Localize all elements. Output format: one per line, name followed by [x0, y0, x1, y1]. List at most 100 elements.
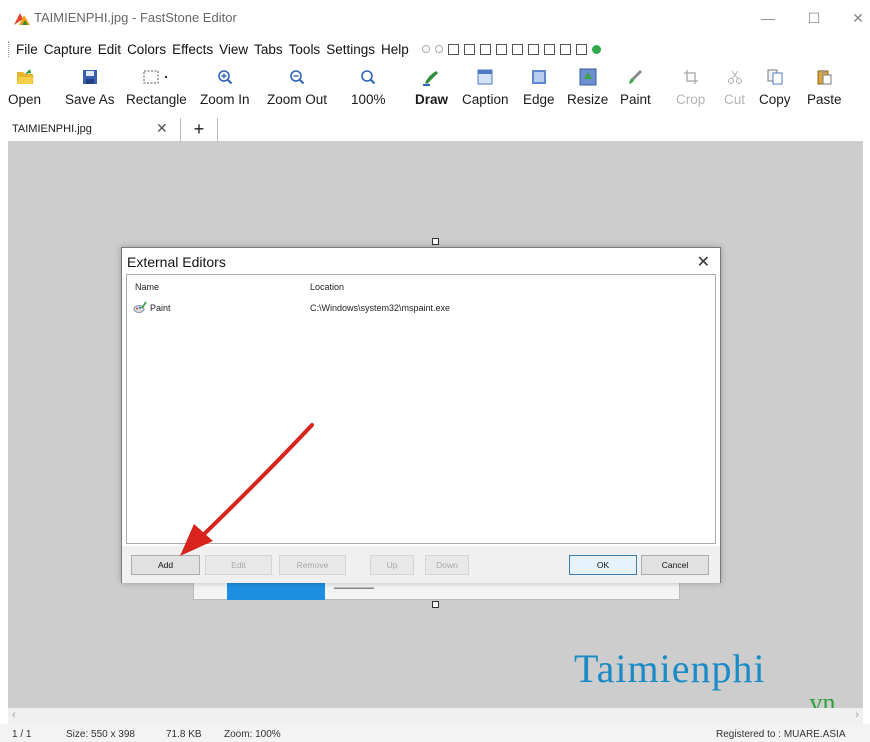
editor-row-name[interactable]: Paint	[150, 303, 171, 313]
rectangle-label: Rectangle	[126, 92, 187, 107]
zoom-in-button[interactable]: Zoom In	[200, 64, 250, 116]
column-header-location[interactable]: Location	[310, 282, 344, 292]
redo-icon[interactable]	[434, 45, 443, 53]
rectangle-select-icon	[143, 70, 168, 84]
paint-button[interactable]: Paint	[620, 64, 651, 116]
crop-icon	[683, 70, 698, 84]
text-icon[interactable]	[447, 43, 459, 55]
resize-handle-top[interactable]	[432, 238, 439, 245]
color-picker-icon[interactable]	[591, 44, 601, 54]
ok-button[interactable]: OK	[569, 555, 637, 575]
menu-help[interactable]: Help	[378, 42, 412, 57]
scroll-left-icon[interactable]: ‹	[12, 709, 16, 721]
caption-button[interactable]: Caption	[462, 64, 509, 116]
open-button[interactable]: Open	[8, 64, 41, 116]
copy-icon	[767, 69, 783, 85]
font-icon[interactable]	[575, 43, 587, 55]
menu-tools[interactable]: Tools	[286, 42, 324, 57]
paste-button[interactable]: Paste	[807, 64, 842, 116]
zoom-out-button[interactable]: Zoom Out	[267, 64, 327, 116]
rectangle-select-button[interactable]: Rectangle	[126, 64, 187, 116]
zoom-in-icon	[217, 70, 232, 85]
status-image-size: Size: 550 x 398	[66, 729, 135, 740]
edit-button[interactable]: Edit	[205, 555, 272, 575]
up-button[interactable]: Up	[370, 555, 414, 575]
cancel-button[interactable]: Cancel	[641, 555, 709, 575]
menu-effects[interactable]: Effects	[169, 42, 216, 57]
tab-strip: TAIMIENPHI.jpg ✕ +	[8, 118, 863, 142]
crop-label: Crop	[676, 92, 706, 107]
window-title: TAIMIENPHI.jpg - FastStone Editor	[34, 10, 237, 25]
editors-list[interactable]: Name Location Paint C:\Windows\system32\…	[126, 274, 716, 544]
status-zoom: Zoom: 100%	[224, 729, 281, 740]
save-as-button[interactable]: Save As	[65, 64, 115, 116]
menu-colors[interactable]: Colors	[124, 42, 169, 57]
close-button[interactable]: ✕	[843, 6, 870, 30]
highlight-icon[interactable]	[479, 43, 491, 55]
editor-row-location[interactable]: C:\Windows\system32\mspaint.exe	[310, 303, 450, 313]
copy-button[interactable]: Copy	[759, 64, 791, 116]
main-toolbar: Open Save As Rectangle Zoom In Zoom Out …	[8, 64, 863, 116]
resize-icon	[579, 68, 597, 86]
down-button[interactable]: Down	[425, 555, 469, 575]
crop-button[interactable]: Crop	[676, 64, 705, 116]
frame-icon[interactable]	[559, 43, 571, 55]
cut-button[interactable]: Cut	[724, 64, 745, 116]
dialog-button-bar: Add Edit Remove Up Down OK Cancel	[122, 546, 720, 583]
resize-handle-bottom[interactable]	[432, 601, 439, 608]
dialog-title: External Editors	[127, 254, 226, 270]
grid-icon[interactable]	[543, 43, 555, 55]
paint-label: Paint	[620, 92, 651, 107]
dialog-close-icon[interactable]: ✕	[697, 252, 710, 272]
border-icon[interactable]	[527, 43, 539, 55]
draw-pen-icon	[422, 71, 438, 86]
resize-label: Resize	[567, 92, 609, 107]
external-editors-dialog: External Editors ✕ Name Location Paint C…	[121, 247, 721, 583]
minimize-button[interactable]: —	[753, 6, 783, 30]
image-fine-text: ▬▬▬▬▬▬▬▬	[334, 585, 374, 591]
scissors-icon	[727, 70, 742, 84]
scroll-right-icon[interactable]: ›	[855, 709, 859, 721]
quick-tools	[421, 43, 601, 55]
rectangle-icon[interactable]	[463, 43, 475, 55]
step-icon[interactable]	[511, 43, 523, 55]
tab-taimienphi[interactable]: TAIMIENPHI.jpg ✕	[8, 118, 173, 142]
menu-bar: File Capture Edit Colors Effects View Ta…	[8, 38, 863, 60]
title-bar: TAIMIENPHI.jpg - FastStone Editor — ☐ ✕	[0, 0, 870, 36]
menu-capture[interactable]: Capture	[41, 42, 95, 57]
status-registered: Registered to : MUARE.ASIA	[716, 729, 846, 740]
zoom-100-button[interactable]: 100%	[351, 64, 386, 116]
zoom-actual-icon	[361, 70, 376, 85]
edge-icon	[531, 70, 546, 84]
faststone-logo-icon	[14, 13, 30, 25]
zoom-in-label: Zoom In	[200, 92, 250, 107]
column-header-name[interactable]: Name	[135, 282, 159, 292]
paint-app-icon	[133, 301, 147, 313]
zoom-out-icon	[290, 70, 305, 85]
watermark-brand: Taimienphi	[574, 646, 766, 691]
add-button[interactable]: Add	[131, 555, 200, 575]
draw-button[interactable]: Draw	[415, 64, 448, 116]
menu-view[interactable]: View	[216, 42, 251, 57]
remove-button[interactable]: Remove	[279, 555, 346, 575]
menu-edit[interactable]: Edit	[95, 42, 124, 57]
edge-button[interactable]: Edge	[523, 64, 555, 116]
new-tab-button[interactable]: +	[180, 118, 218, 142]
horizontal-scrollbar[interactable]: ‹ ›	[8, 708, 863, 724]
menu-tabs[interactable]: Tabs	[251, 42, 286, 57]
resize-button[interactable]: Resize	[567, 64, 608, 116]
maximize-button[interactable]: ☐	[799, 6, 829, 30]
undo-icon[interactable]	[421, 45, 430, 53]
zoom-100-label: 100%	[351, 92, 386, 107]
caption-label: Caption	[462, 92, 509, 107]
menu-settings[interactable]: Settings	[323, 42, 378, 57]
status-bar: 1 / 1 Size: 550 x 398 71.8 KB Zoom: 100%…	[0, 724, 870, 742]
status-page: 1 / 1	[12, 729, 32, 740]
menu-file[interactable]: File	[13, 42, 41, 57]
tab-close-icon[interactable]: ✕	[156, 120, 168, 137]
box-icon[interactable]	[495, 43, 507, 55]
save-disk-icon	[82, 70, 97, 84]
copy-label: Copy	[759, 92, 791, 107]
tab-label: TAIMIENPHI.jpg	[12, 123, 92, 135]
save-as-label: Save As	[65, 92, 115, 107]
